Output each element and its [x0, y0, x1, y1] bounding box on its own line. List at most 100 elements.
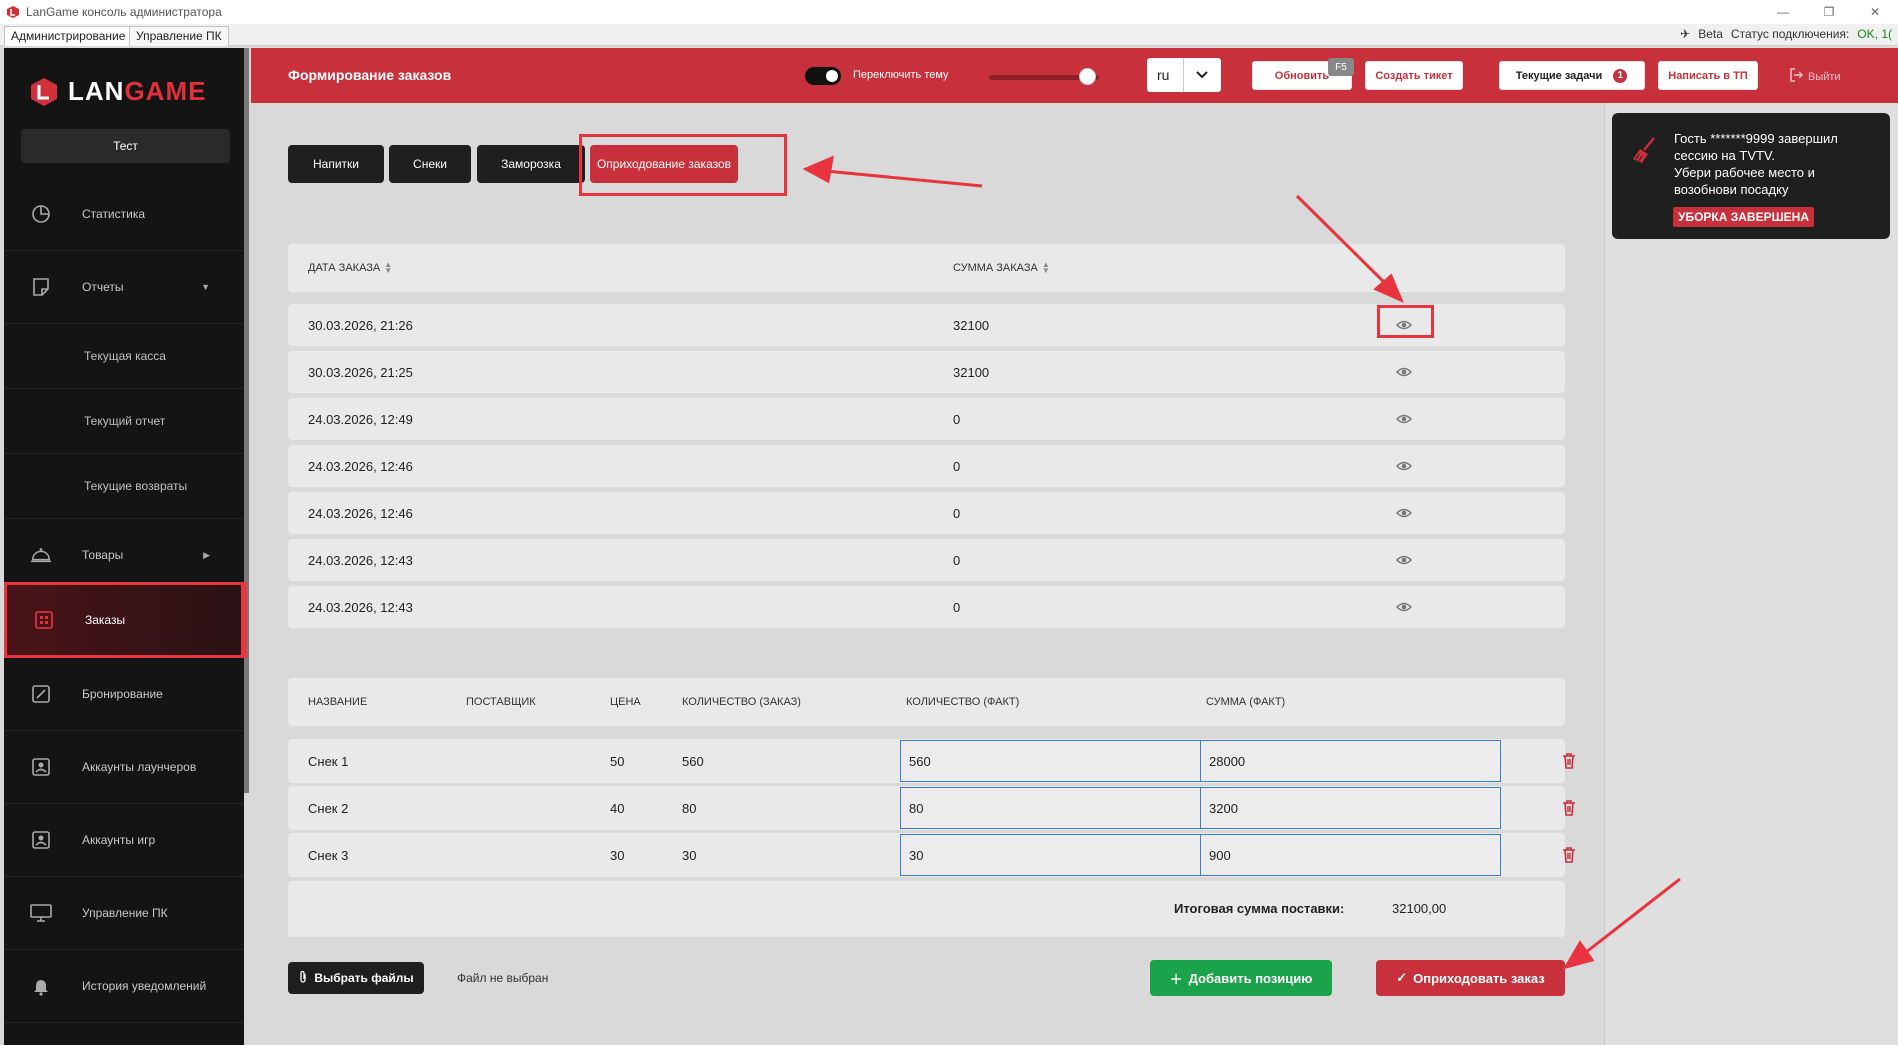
volume-slider-thumb[interactable] [1079, 68, 1096, 85]
exit-label: Выйти [1808, 70, 1841, 83]
sidebar-item-notification-history[interactable]: История уведомлений [4, 950, 244, 1023]
cleanup-done-badge: УБОРКА ЗАВЕРШЕНА [1673, 207, 1815, 227]
trash-icon[interactable] [1560, 799, 1578, 817]
eye-icon[interactable] [1396, 552, 1412, 568]
eye-icon[interactable] [1396, 505, 1412, 521]
close-icon[interactable]: ✕ [1852, 0, 1898, 24]
sidebar-item-label: История уведомлений [82, 979, 207, 993]
report-icon [30, 276, 52, 298]
sidebar-subitem-current-report[interactable]: Текущий отчет [4, 389, 244, 454]
qty-fact-input[interactable]: 560 [900, 740, 1201, 782]
order-date: 24.03.2026, 12:46 [308, 458, 413, 474]
order-row[interactable]: 30.03.2026, 21:25 32100 [288, 351, 1565, 393]
sidebar-item-reports[interactable]: Отчеты ▼ [4, 251, 244, 324]
booking-icon [30, 683, 52, 705]
refresh-button[interactable]: Обновить F5 [1252, 58, 1354, 90]
sidebar-scrollbar[interactable] [244, 48, 249, 793]
support-button[interactable]: Написать в ТП [1658, 61, 1758, 90]
receive-order-label: Оприходовать заказ [1413, 970, 1545, 986]
receive-order-button[interactable]: ✓ Оприходовать заказ [1376, 960, 1565, 996]
sidebar: LANGAME Тест Статистика Отчеты ▼ Текущая… [4, 48, 244, 1045]
add-position-button[interactable]: ＋ Добавить позицию [1150, 960, 1332, 996]
notification-toast[interactable]: Гость *******9999 завершил сессию на TVT… [1612, 113, 1890, 239]
total-label: Итоговая сумма поставки: [1174, 901, 1345, 916]
order-date: 30.03.2026, 21:25 [308, 364, 413, 380]
order-row[interactable]: 24.03.2026, 12:46 0 [288, 445, 1565, 487]
minimize-icon[interactable]: — [1760, 0, 1806, 24]
monitor-icon [30, 902, 52, 924]
eye-icon[interactable] [1396, 364, 1412, 380]
order-date: 24.03.2026, 12:49 [308, 411, 413, 427]
order-date: 24.03.2026, 12:43 [308, 599, 413, 615]
logo-text: LANGAME [68, 76, 207, 106]
order-row[interactable]: 30.03.2026, 21:26 32100 [288, 304, 1565, 346]
position-price: 30 [610, 847, 625, 863]
chart-pie-icon [30, 203, 52, 225]
f5-shortcut-badge: F5 [1328, 58, 1354, 76]
notification-line: сессию на TVTV. [1674, 148, 1776, 163]
chevron-down-icon [1183, 58, 1219, 92]
chevron-right-icon: ▶ [203, 549, 210, 560]
sidebar-subitem-current-returns[interactable]: Текущие возвраты [4, 454, 244, 519]
column-label: СУММА ЗАКАЗА [953, 262, 1038, 274]
eye-icon[interactable] [1396, 458, 1412, 474]
connection-status: ✈ Beta Статус подключения: OK, 1( [1680, 27, 1892, 41]
sidebar-item-label: Отчеты [82, 280, 124, 294]
beta-label: Beta [1698, 27, 1723, 41]
qty-fact-input[interactable]: 30 [900, 834, 1201, 876]
position-row: Снек 1 50 560 560 28000 [288, 739, 1575, 783]
create-ticket-button[interactable]: Создать тикет [1365, 61, 1463, 90]
eye-icon[interactable] [1396, 599, 1412, 615]
trash-icon[interactable] [1560, 752, 1578, 770]
column-order-date[interactable]: ДАТА ЗАКАЗА ▲ ▼ [308, 244, 392, 292]
no-file-label: Файл не выбран [457, 971, 549, 985]
connection-label: Статус подключения: [1730, 27, 1850, 41]
positions-table-header: НАЗВАНИЕ ПОСТАВЩИК ЦЕНА КОЛИЧЕСТВО (ЗАКА… [288, 678, 1565, 726]
tab-receive-orders[interactable]: Оприходование заказов [590, 145, 738, 183]
sum-fact-input[interactable]: 28000 [1200, 740, 1501, 782]
tab-snacks[interactable]: Снеки [389, 145, 471, 183]
current-tasks-button[interactable]: Текущие задачи 1 [1499, 61, 1645, 90]
sidebar-item-pc-management[interactable]: Управление ПК [4, 877, 244, 950]
theme-toggle[interactable] [805, 67, 841, 85]
broom-icon [1633, 137, 1655, 163]
sidebar-item-statistics[interactable]: Статистика [4, 178, 244, 251]
order-row[interactable]: 24.03.2026, 12:43 0 [288, 539, 1565, 581]
order-sum: 0 [953, 505, 961, 521]
choose-files-button[interactable]: Выбрать файлы [288, 962, 424, 994]
language-value: ru [1157, 67, 1170, 83]
sidebar-item-orders[interactable]: Заказы [4, 582, 244, 658]
sum-fact-input[interactable]: 3200 [1200, 787, 1501, 829]
qty-fact-input[interactable]: 80 [900, 787, 1201, 829]
notification-text: Гость *******9999 завершил сессию на TVT… [1674, 130, 1879, 198]
sidebar-subitem-current-cash[interactable]: Текущая касса [4, 324, 244, 389]
order-row[interactable]: 24.03.2026, 12:46 0 [288, 492, 1565, 534]
sidebar-item-booking[interactable]: Бронирование [4, 658, 244, 731]
account-icon [30, 756, 52, 778]
position-row: Снек 3 30 30 30 900 [288, 833, 1575, 877]
sum-fact-input[interactable]: 900 [1200, 834, 1501, 876]
order-date: 24.03.2026, 12:43 [308, 552, 413, 568]
eye-icon[interactable] [1396, 411, 1412, 427]
langame-logo: LANGAME [30, 76, 206, 107]
tab-drinks[interactable]: Напитки [288, 145, 384, 183]
trash-icon[interactable] [1560, 846, 1578, 864]
choose-files-label: Выбрать файлы [314, 971, 414, 985]
menu-tab-administration[interactable]: Администрирование [4, 26, 133, 46]
order-row[interactable]: 24.03.2026, 12:43 0 [288, 586, 1565, 628]
logo-icon [31, 77, 57, 106]
logout-icon [1789, 68, 1804, 85]
tab-frozen[interactable]: Заморозка [477, 145, 585, 183]
order-row[interactable]: 24.03.2026, 12:49 0 [288, 398, 1565, 440]
language-select[interactable]: ru [1147, 58, 1221, 92]
sidebar-item-launcher-accounts[interactable]: Аккаунты лаунчеров [4, 731, 244, 804]
exit-button[interactable]: Выйти [1789, 68, 1841, 85]
column-order-sum[interactable]: СУММА ЗАКАЗА ▲ ▼ [953, 244, 1050, 292]
club-button[interactable]: Тест [21, 129, 230, 163]
menu-tab-pc-management[interactable]: Управление ПК [129, 26, 229, 46]
sidebar-item-game-accounts[interactable]: Аккаунты игр [4, 804, 244, 877]
column-label: ДАТА ЗАКАЗА [308, 262, 381, 274]
eye-icon[interactable] [1396, 317, 1412, 333]
restore-icon[interactable]: ❐ [1806, 0, 1852, 24]
window-titlebar: LanGame консоль администратора — ❐ ✕ [0, 0, 1898, 24]
